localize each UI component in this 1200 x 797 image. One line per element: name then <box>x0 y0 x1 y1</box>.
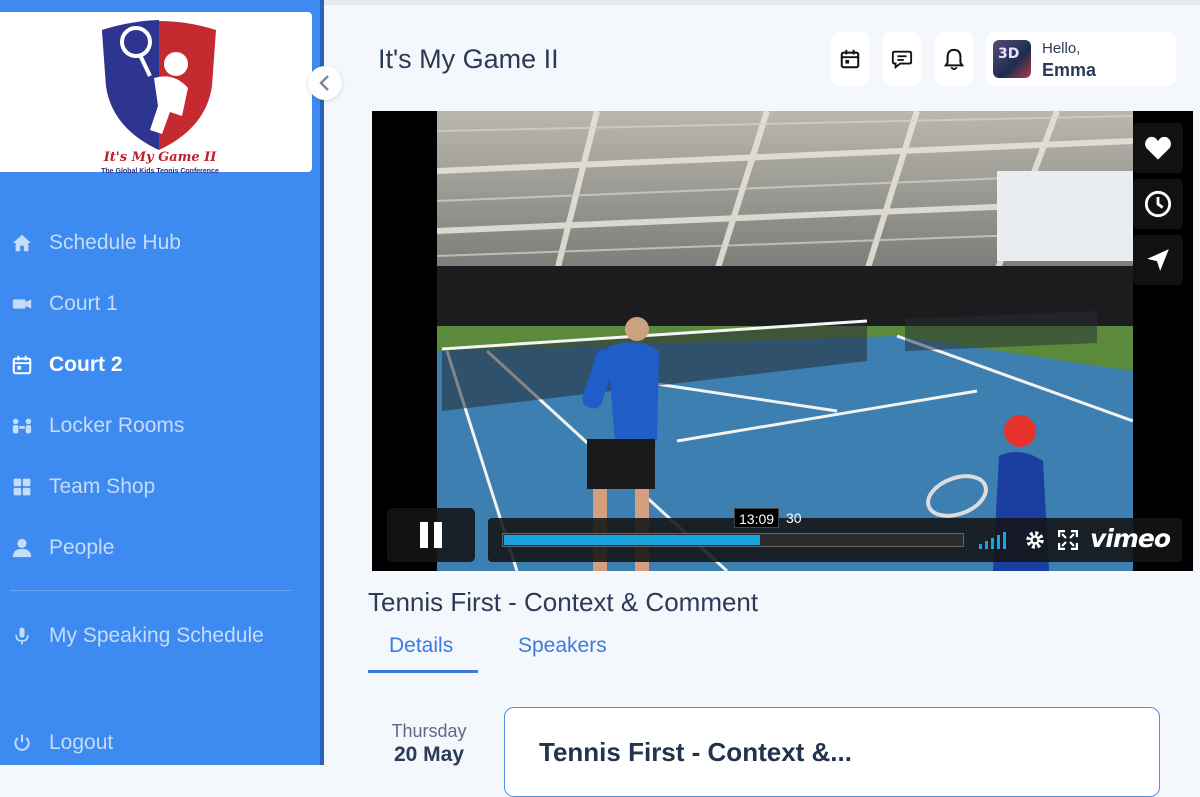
vimeo-logo-link[interactable]: vimeo <box>1090 524 1171 553</box>
current-time-tooltip: 13:09 <box>734 508 780 528</box>
active-tab-indicator <box>368 670 478 673</box>
sidebar-item-label: Court 2 <box>49 353 123 376</box>
sidebar-item-locker-rooms[interactable]: Locker Rooms <box>0 402 320 450</box>
page-title: It's My Game II <box>378 44 559 74</box>
user-greeting: Hello, <box>1042 40 1081 57</box>
session-card[interactable]: Tennis First - Context &... <box>504 707 1160 797</box>
user-menu[interactable]: 3D Hello, Emma <box>986 32 1176 86</box>
chevron-left-icon <box>319 75 329 91</box>
bell-icon <box>943 48 965 70</box>
video-control-bar: vimeo <box>488 518 1182 562</box>
session-date: 20 May <box>393 743 465 766</box>
pause-icon <box>420 522 442 548</box>
avatar: 3D <box>993 40 1031 78</box>
logout-label: Logout <box>49 731 114 754</box>
sidebar-item-label: Court 1 <box>49 292 118 315</box>
chat-icon <box>891 50 913 70</box>
sidebar-item-court-2[interactable]: Court 2 <box>0 341 320 389</box>
heart-icon <box>1145 136 1171 160</box>
session-day: Thursday <box>391 721 467 741</box>
home-icon <box>10 231 34 255</box>
share-button[interactable] <box>1133 235 1183 285</box>
sidebar-item-label: Locker Rooms <box>49 414 185 437</box>
settings-button[interactable] <box>1024 528 1046 552</box>
sidebar-item-court-1[interactable]: Court 1 <box>0 280 320 328</box>
power-icon <box>10 731 34 755</box>
people-meeting-icon <box>10 414 34 438</box>
tab-details[interactable]: Details <box>389 634 453 658</box>
pause-button[interactable] <box>387 508 475 562</box>
volume-button[interactable] <box>978 528 1010 552</box>
sidebar-item-label: People <box>49 536 115 559</box>
sidebar-item-label: My Speaking Schedule <box>49 624 264 647</box>
like-button[interactable] <box>1133 123 1183 173</box>
clock-icon <box>1144 190 1172 218</box>
volume-icon <box>979 532 1006 549</box>
tab-speakers[interactable]: Speakers <box>518 634 607 658</box>
video-frame-image <box>437 111 1133 571</box>
session-title: Tennis First - Context & Comment <box>368 587 759 617</box>
fullscreen-button[interactable] <box>1058 528 1078 552</box>
sidebar-item-my-speaking-schedule[interactable]: My Speaking Schedule <box>0 612 320 660</box>
logo-shield-icon <box>102 20 216 150</box>
notifications-button[interactable] <box>935 32 973 86</box>
sidebar-item-schedule-hub[interactable]: Schedule Hub <box>0 219 320 267</box>
settings-gear-icon <box>1026 531 1044 549</box>
duration-label: 30 <box>786 510 802 526</box>
sidebar-item-label: Team Shop <box>49 475 156 498</box>
session-card-title: Tennis First - Context &... <box>539 737 852 767</box>
send-icon <box>1147 249 1169 271</box>
top-border <box>324 0 1200 5</box>
sidebar-item-label: Schedule Hub <box>49 231 181 254</box>
collapse-sidebar-button[interactable] <box>308 66 342 100</box>
fullscreen-icon <box>1058 530 1078 550</box>
sidebar: It's My Game II The Global Kids Tennis C… <box>0 0 320 765</box>
video-progress-bar[interactable] <box>502 533 964 547</box>
video-player[interactable]: vimeo 13:09 30 <box>372 111 1193 571</box>
chat-button[interactable] <box>883 32 921 86</box>
person-icon <box>10 536 34 560</box>
calendar-icon <box>840 49 860 69</box>
video-progress-fill <box>504 535 760 545</box>
sidebar-item-people[interactable]: People <box>0 524 320 572</box>
watch-later-button[interactable] <box>1133 179 1183 229</box>
calendar-button[interactable] <box>831 32 869 86</box>
microphone-icon <box>10 624 34 648</box>
grid-icon <box>10 475 34 499</box>
logo-title: It's My Game II <box>103 150 217 165</box>
sidebar-divider <box>10 590 292 591</box>
logout-button[interactable]: Logout <box>0 719 320 767</box>
logo[interactable]: It's My Game II The Global Kids Tennis C… <box>0 12 312 175</box>
video-camera-icon <box>10 292 34 316</box>
logo-subtitle: The Global Kids Tennis Conference <box>101 168 219 175</box>
sidebar-item-team-shop[interactable]: Team Shop <box>0 463 320 511</box>
user-name: Emma <box>1042 60 1097 80</box>
calendar-icon <box>10 353 34 377</box>
sidebar-edge <box>320 0 324 765</box>
